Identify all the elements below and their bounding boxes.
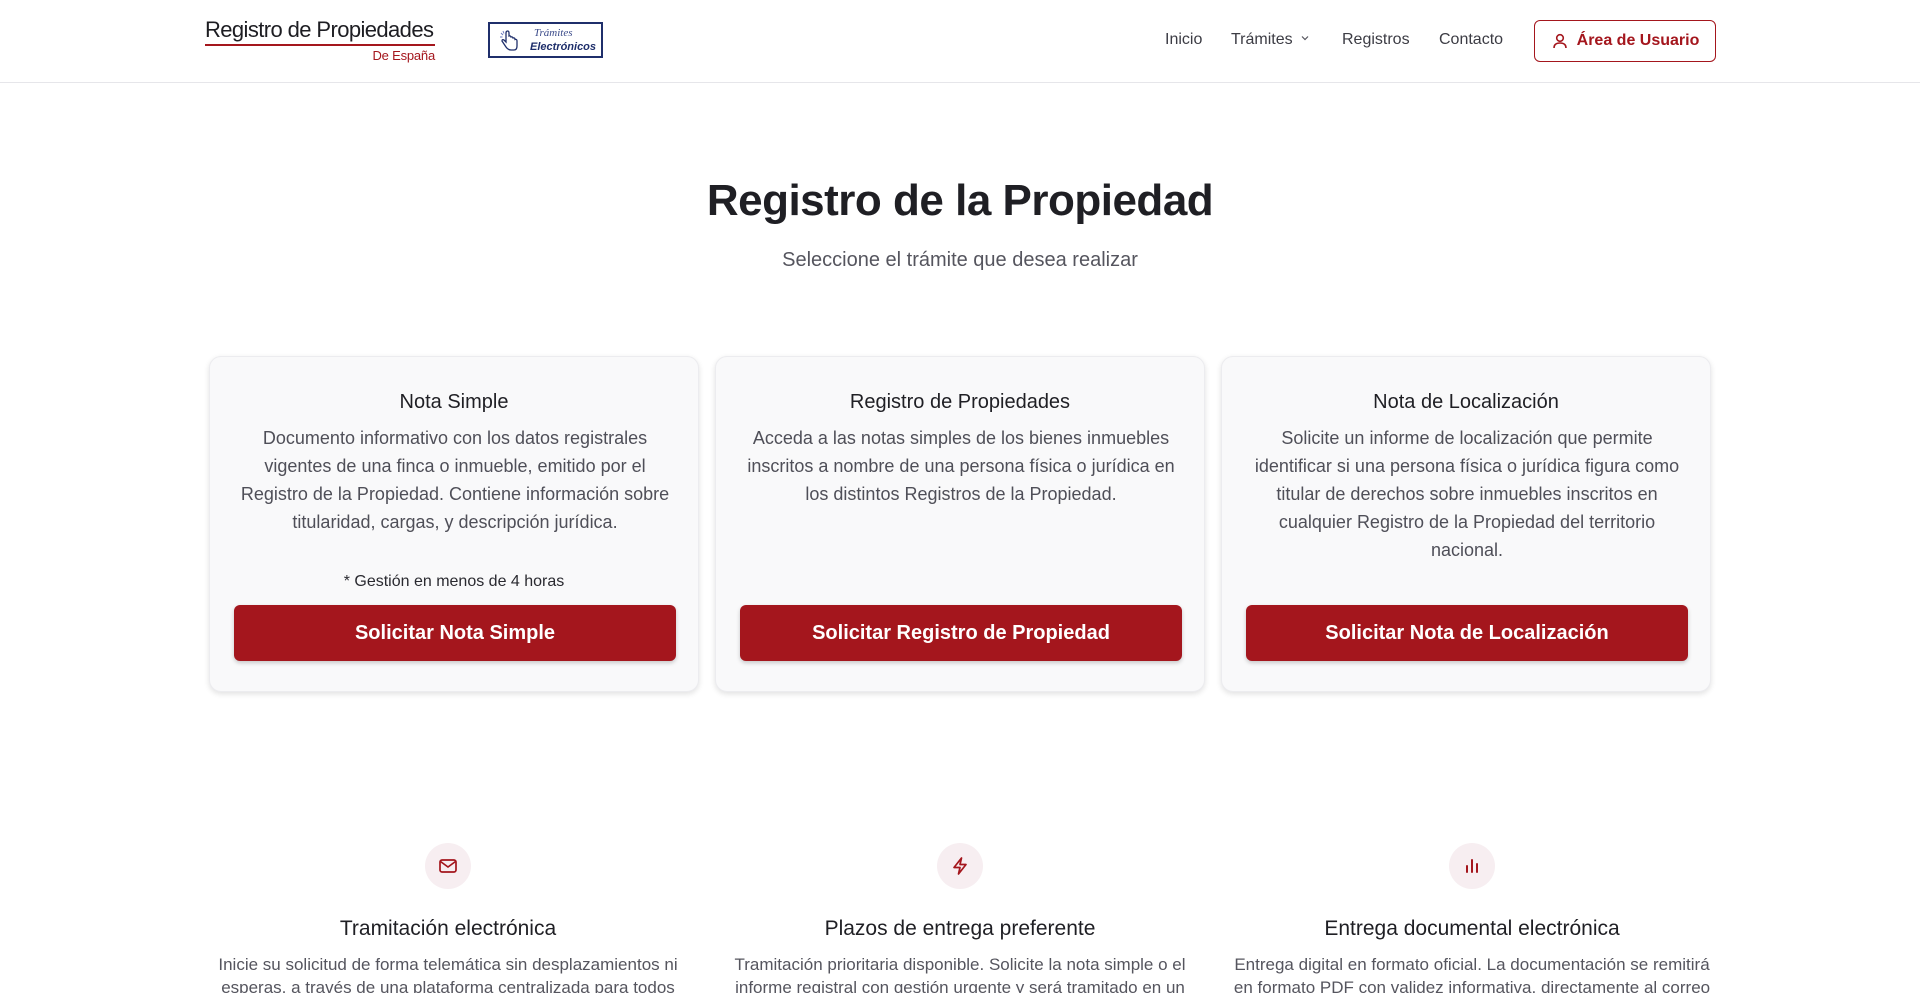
site-logo[interactable]: Registro de Propiedades De España — [205, 18, 437, 64]
feature-title: Entrega documental electrónica — [1324, 917, 1620, 940]
card-description: Acceda a las notas simples de los bienes… — [747, 428, 1175, 504]
page-subtitle: Seleccione el trámite que desea realizar — [782, 249, 1138, 271]
user-area-button[interactable]: Área de Usuario — [1534, 20, 1716, 62]
feature-title: Tramitación electrónica — [339, 917, 557, 940]
user-icon — [1552, 33, 1567, 49]
user-area-label: Área de Usuario — [1576, 32, 1700, 49]
feature-description: Entrega digital en formato oficial. La d… — [1233, 955, 1711, 993]
card-title: Nota Simple — [399, 391, 509, 413]
nav-tramites-label: Trámites — [1231, 31, 1293, 48]
card-description: Documento informativo con los datos regi… — [240, 428, 670, 532]
card-title: Nota de Localización — [1373, 391, 1559, 413]
card-description: Solicite un informe de localización que … — [1254, 428, 1680, 560]
feature-description: Tramitación prioritaria disponible. Soli… — [734, 955, 1186, 993]
nav-contacto[interactable]: Contacto — [1439, 31, 1503, 49]
card-note: * Gestión en menos de 4 horas — [343, 573, 565, 590]
nav-registros[interactable]: Registros — [1342, 31, 1410, 49]
solicitar-nota-simple-button[interactable]: Solicitar Nota Simple — [234, 605, 676, 661]
card-nota-localizacion: Nota de Localización Solicite un informe… — [1221, 356, 1711, 692]
feature-title: Plazos de entrega preferente — [824, 917, 1096, 940]
card-registro-propiedades: Registro de Propiedades Acceda a las not… — [715, 356, 1205, 692]
logo-main-text: Registro de Propiedades — [205, 17, 434, 42]
card-nota-simple: Nota Simple Documento informativo con lo… — [209, 356, 699, 692]
page-title: Registro de la Propiedad — [706, 176, 1214, 225]
site-header: Registro de Propiedades De España Trámit… — [0, 0, 1920, 83]
pointer-hand-icon — [500, 30, 518, 51]
mail-icon — [425, 843, 471, 889]
logo-underline — [205, 44, 435, 46]
chevron-down-icon — [1301, 36, 1309, 41]
tramites-electronicos-logo[interactable]: Trámites Electrónicos — [488, 22, 603, 58]
solicitar-nota-localizacion-button[interactable]: Solicitar Nota de Localización — [1246, 605, 1688, 661]
feature-description: Inicie su solicitud de forma telemática … — [218, 955, 678, 993]
bar-chart-icon — [1449, 843, 1495, 889]
tramites-logo-line2: Electrónicos — [530, 41, 597, 53]
tramites-logo-line1: Trámites — [534, 27, 573, 39]
nav-tramites[interactable]: Trámites — [1231, 31, 1309, 49]
lightning-icon — [937, 843, 983, 889]
nav-inicio[interactable]: Inicio — [1165, 31, 1202, 49]
solicitar-registro-propiedad-button[interactable]: Solicitar Registro de Propiedad — [740, 605, 1182, 661]
card-title: Registro de Propiedades — [849, 391, 1071, 413]
logo-sub-text: De España — [372, 48, 435, 63]
